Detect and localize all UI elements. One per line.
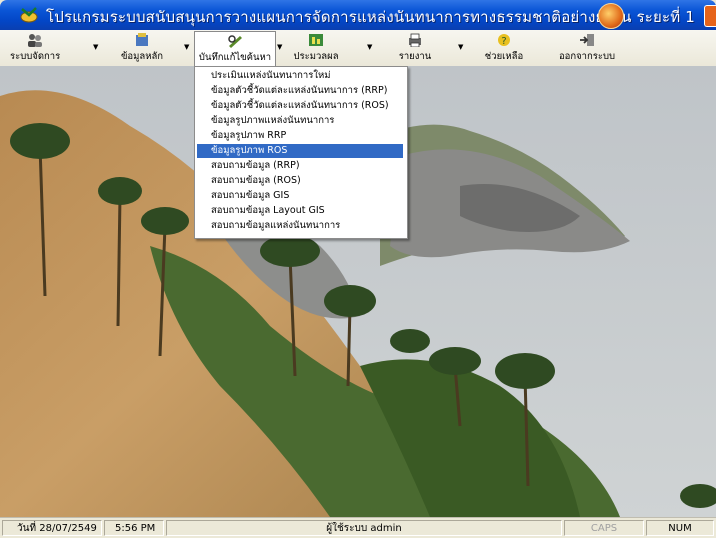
minimize-button[interactable] — [704, 5, 716, 27]
menu-item-indicator-rrp[interactable]: ข้อมูลตัวชี้วัดแต่ละแหล่งนันทนาการ (RRP) — [197, 84, 403, 98]
chevron-down-icon[interactable]: ▼ — [277, 43, 282, 51]
database-icon — [136, 33, 148, 46]
printer-icon — [409, 33, 421, 47]
toolbar-help-button[interactable]: ? ช่วยเหลือ — [482, 31, 526, 65]
help-icon: ? — [498, 34, 510, 47]
toolbar-label: ประมวลผล — [293, 51, 339, 62]
status-user: ผู้ใช้ระบบ admin — [166, 520, 562, 536]
exit-icon — [580, 34, 594, 46]
toolbar-system-button[interactable]: ระบบจัดการ — [10, 31, 60, 65]
toolbar-label: บันทึกแก้ไขค้นหา — [198, 52, 272, 63]
menu-item-query-sites[interactable]: สอบถามข้อมูลแหล่งนันทนาการ — [197, 219, 403, 233]
toolbar-label: ระบบจัดการ — [10, 51, 61, 62]
menu-item-query-rrp[interactable]: สอบถามข้อมูล (RRP) — [197, 159, 403, 173]
toolbar-logout-button[interactable]: ออกจากระบบ — [556, 31, 618, 65]
toolbar-label: ข้อมูลหลัก — [120, 51, 164, 62]
status-caps: CAPS — [564, 520, 644, 536]
chevron-down-icon[interactable]: ▼ — [458, 43, 463, 51]
toolbar: ระบบจัดการ ▼ ข้อมูลหลัก ▼ บันทึกแก้ไขค้น… — [0, 30, 716, 67]
toolbar-process-button[interactable]: ประมวลผล — [290, 31, 342, 65]
menu-item-query-ros[interactable]: สอบถามข้อมูล (ROS) — [197, 174, 403, 188]
menu-item-query-gis[interactable]: สอบถามข้อมูล GIS — [197, 189, 403, 203]
svg-text:?: ? — [501, 36, 506, 47]
status-date: วันที่ 28/07/2549 — [2, 520, 102, 536]
menu-item-query-layout-gis[interactable]: สอบถามข้อมูล Layout GIS — [197, 204, 403, 218]
chevron-down-icon[interactable]: ▼ — [367, 43, 372, 51]
edit-search-icon — [228, 35, 242, 48]
title-bar[interactable]: โปรแกรมระบบสนับสนุนการวางแผนการจัดการแหล… — [0, 0, 716, 30]
emblem-icon — [598, 3, 624, 29]
menu-item-evaluate-new-site[interactable]: ประเมินแหล่งนันทนาการใหม่ — [197, 69, 403, 83]
chevron-down-icon[interactable]: ▼ — [184, 43, 189, 51]
status-time: 5:56 PM — [104, 520, 164, 536]
menu-item-site-images[interactable]: ข้อมูลรูปภาพแหล่งนันทนาการ — [197, 114, 403, 128]
toolbar-report-button[interactable]: รายงาน — [394, 31, 436, 65]
toolbar-label: ช่วยเหลือ — [484, 51, 524, 62]
people-icon — [28, 34, 42, 47]
toolbar-edit-search-button[interactable]: บันทึกแก้ไขค้นหา — [194, 31, 276, 67]
toolbar-label: รายงาน — [398, 51, 432, 62]
toolbar-label: ออกจากระบบ — [558, 51, 616, 62]
edit-search-dropdown-menu: ประเมินแหล่งนันทนาการใหม่ ข้อมูลตัวชี้วั… — [194, 66, 408, 239]
status-bar: วันที่ 28/07/2549 5:56 PM ผู้ใช้ระบบ adm… — [0, 517, 716, 538]
toolbar-master-data-button[interactable]: ข้อมูลหลัก — [114, 31, 170, 65]
menu-item-indicator-ros[interactable]: ข้อมูลตัวชี้วัดแต่ละแหล่งนันทนาการ (ROS) — [197, 99, 403, 113]
process-icon — [309, 34, 323, 46]
app-icon — [20, 7, 38, 23]
menu-item-images-rrp[interactable]: ข้อมูลรูปภาพ RRP — [197, 129, 403, 143]
menu-item-images-ros[interactable]: ข้อมูลรูปภาพ ROS — [197, 144, 403, 158]
status-num: NUM — [646, 520, 714, 536]
chevron-down-icon[interactable]: ▼ — [93, 43, 98, 51]
